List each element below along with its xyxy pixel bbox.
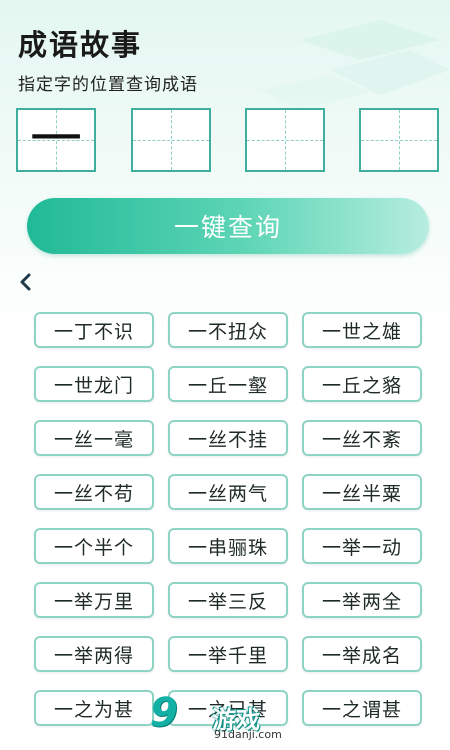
idiom-chip[interactable]: 一不扭众: [168, 312, 288, 348]
idiom-chip[interactable]: 一世龙门: [34, 366, 154, 402]
char-box-4[interactable]: [359, 108, 439, 172]
idiom-chip[interactable]: 一丝不苟: [34, 474, 154, 510]
char-box-4-value: [361, 110, 437, 170]
idiom-chip[interactable]: 一丘之貉: [302, 366, 422, 402]
idiom-chip[interactable]: 一举千里: [168, 636, 288, 672]
idiom-chip[interactable]: 一之为甚: [34, 690, 154, 726]
idiom-chip[interactable]: 一丝不挂: [168, 420, 288, 456]
idiom-chip[interactable]: 一举一动: [302, 528, 422, 564]
character-input-boxes: 一: [16, 108, 442, 174]
idiom-chip[interactable]: 一丝不紊: [302, 420, 422, 456]
page-title: 成语故事: [18, 28, 143, 62]
char-box-3[interactable]: [245, 108, 325, 172]
idiom-chip[interactable]: 一丝一毫: [34, 420, 154, 456]
idiom-chip[interactable]: 一丝半粟: [302, 474, 422, 510]
idiom-chip[interactable]: 一串骊珠: [168, 528, 288, 564]
idiom-chip[interactable]: 一举成名: [302, 636, 422, 672]
idiom-chip[interactable]: 一举两全: [302, 582, 422, 618]
idiom-chip[interactable]: 一之已甚: [168, 690, 288, 726]
idiom-chip[interactable]: 一个半个: [34, 528, 154, 564]
idiom-chip[interactable]: 一之谓甚: [302, 690, 422, 726]
query-button[interactable]: 一键查询: [27, 198, 429, 254]
char-box-1[interactable]: 一: [16, 108, 96, 172]
idiom-chip[interactable]: 一丘一壑: [168, 366, 288, 402]
idiom-chip[interactable]: 一举三反: [168, 582, 288, 618]
char-box-2[interactable]: [131, 108, 211, 172]
chevron-left-icon[interactable]: [14, 270, 38, 294]
page-subtitle: 指定字的位置查询成语: [18, 75, 198, 95]
watermark-site: 91danji.com: [214, 728, 282, 741]
char-box-1-value: 一: [29, 110, 82, 170]
char-box-2-value: [133, 110, 209, 170]
idiom-chip[interactable]: 一举万里: [34, 582, 154, 618]
idiom-chip[interactable]: 一世之雄: [302, 312, 422, 348]
idiom-chip[interactable]: 一丝两气: [168, 474, 288, 510]
idiom-chip[interactable]: 一丁不识: [34, 312, 154, 348]
idiom-chip[interactable]: 一举两得: [34, 636, 154, 672]
background-decoration: [260, 20, 450, 110]
char-box-3-value: [247, 110, 323, 170]
